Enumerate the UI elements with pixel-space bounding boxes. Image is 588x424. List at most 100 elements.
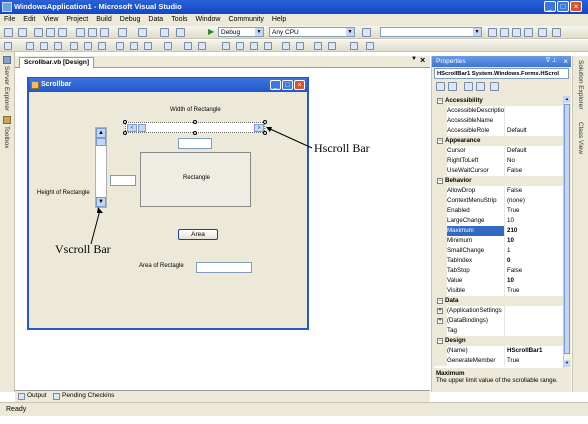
property-name: GenerateMember: [447, 356, 504, 366]
scroll-down-icon[interactable]: ▼: [564, 360, 570, 367]
property-category[interactable]: − Data: [434, 296, 568, 306]
description-title: Maximum: [436, 370, 465, 377]
property-category[interactable]: − Accessibility: [434, 96, 568, 106]
properties-header: Properties ᐁ ⊥ ×: [432, 56, 571, 67]
property-row-margin: [434, 236, 447, 246]
property-row-margin: [434, 346, 447, 356]
property-category[interactable]: − Design: [434, 336, 568, 346]
property-name: LargeChange: [447, 216, 504, 226]
property-value[interactable]: Default: [504, 126, 568, 136]
property-value[interactable]: 10: [504, 236, 568, 246]
property-row[interactable]: Enabled True: [434, 206, 568, 216]
property-value[interactable]: [504, 326, 568, 336]
object-selector[interactable]: HScrollBar1 System.Windows.Forms.HScrol: [434, 68, 569, 79]
property-value[interactable]: [504, 106, 568, 116]
property-value[interactable]: True: [504, 206, 568, 216]
solution-explorer-tab[interactable]: Solution Explorer: [577, 60, 584, 110]
property-row[interactable]: ContextMenuStrip (none): [434, 196, 568, 206]
property-value[interactable]: (none): [504, 196, 568, 206]
property-name: ContextMenuStrip: [447, 196, 504, 206]
property-row[interactable]: (Name) HScrollBar1: [434, 346, 568, 356]
property-name: (Name): [447, 346, 504, 356]
property-name: (ApplicationSettings: [447, 306, 504, 316]
property-row-margin: [434, 286, 447, 296]
property-value[interactable]: [504, 116, 568, 126]
property-row[interactable]: TabIndex 0: [434, 256, 568, 266]
property-pages-icon[interactable]: [490, 82, 499, 91]
property-row-margin: [434, 246, 447, 256]
property-row[interactable]: AccessibleName: [434, 116, 568, 126]
property-name: Maximum: [447, 226, 504, 236]
property-row[interactable]: LargeChange 10: [434, 216, 568, 226]
property-value[interactable]: 0: [504, 256, 568, 266]
hscroll-annotation: Hscroll Bar: [314, 141, 370, 155]
expand-icon[interactable]: +: [437, 308, 443, 314]
property-name: AccessibleRole: [447, 126, 504, 136]
collapse-icon[interactable]: −: [437, 338, 443, 344]
property-category[interactable]: − Appearance: [434, 136, 568, 146]
events-icon[interactable]: [476, 82, 485, 91]
property-value[interactable]: False: [504, 266, 568, 276]
categorized-icon[interactable]: [436, 82, 445, 91]
scroll-up-icon[interactable]: ▲: [564, 96, 570, 103]
category-name: Appearance: [445, 136, 568, 146]
property-name: AllowDrop: [447, 186, 504, 196]
property-value[interactable]: 1: [504, 246, 568, 256]
property-value[interactable]: HScrollBar1: [504, 346, 568, 356]
property-value[interactable]: [504, 306, 568, 316]
property-name: Visible: [447, 286, 504, 296]
alphabetical-icon[interactable]: [448, 82, 457, 91]
pin-icon[interactable]: ᐁ ⊥: [546, 56, 557, 67]
property-row[interactable]: Minimum 10: [434, 236, 568, 246]
property-row[interactable]: Tag: [434, 326, 568, 336]
property-value[interactable]: True: [504, 356, 568, 366]
property-row[interactable]: AllowDrop False: [434, 186, 568, 196]
property-row[interactable]: Maximum 210: [434, 226, 568, 236]
property-name: UseWaitCursor: [447, 166, 504, 176]
collapse-icon[interactable]: −: [437, 98, 443, 104]
collapse-icon[interactable]: −: [437, 138, 443, 144]
property-grid-scrollbar[interactable]: ▲ ▼: [563, 96, 570, 368]
property-value[interactable]: False: [504, 166, 568, 176]
property-row[interactable]: TabStop False: [434, 266, 568, 276]
property-value[interactable]: 10: [504, 216, 568, 226]
property-value[interactable]: True: [504, 286, 568, 296]
right-tool-strip: Solution Explorer Class View: [572, 56, 588, 392]
property-value[interactable]: False: [504, 186, 568, 196]
property-row[interactable]: AccessibleDescriptio: [434, 106, 568, 116]
property-name: RightToLeft: [447, 156, 504, 166]
property-grid-scroll-thumb[interactable]: [564, 104, 570, 354]
category-name: Data: [445, 296, 568, 306]
status-bar: Ready: [0, 402, 588, 416]
properties-view-icon[interactable]: [464, 82, 473, 91]
property-value[interactable]: Default: [504, 146, 568, 156]
property-value[interactable]: No: [504, 156, 568, 166]
property-row[interactable]: + (ApplicationSettings: [434, 306, 568, 316]
property-row[interactable]: RightToLeft No: [434, 156, 568, 166]
vscroll-annotation: Vscroll Bar: [55, 242, 111, 256]
property-row[interactable]: GenerateMember True: [434, 356, 568, 366]
output-tab[interactable]: Output: [27, 392, 47, 399]
close-properties-icon[interactable]: ×: [563, 56, 568, 67]
property-row[interactable]: + (DataBindings): [434, 316, 568, 326]
property-name: AccessibleName: [447, 116, 504, 126]
collapse-icon[interactable]: −: [437, 178, 443, 184]
property-row[interactable]: Cursor Default: [434, 146, 568, 156]
property-row[interactable]: Value 10: [434, 276, 568, 286]
property-name: TabStop: [447, 266, 504, 276]
property-value[interactable]: [504, 316, 568, 326]
property-row[interactable]: Visible True: [434, 286, 568, 296]
class-view-tab[interactable]: Class View: [577, 122, 584, 154]
property-row[interactable]: AccessibleRole Default: [434, 126, 568, 136]
pending-checkins-tab[interactable]: Pending Checkins: [62, 392, 114, 399]
collapse-icon[interactable]: −: [437, 298, 443, 304]
property-row[interactable]: SmallChange 1: [434, 246, 568, 256]
property-row[interactable]: UseWaitCursor False: [434, 166, 568, 176]
property-name: SmallChange: [447, 246, 504, 256]
property-value[interactable]: 210: [504, 226, 568, 236]
property-name: AccessibleDescriptio: [447, 106, 504, 116]
property-category[interactable]: − Behavior: [434, 176, 568, 186]
properties-toolbar: [434, 81, 569, 93]
property-value[interactable]: 10: [504, 276, 568, 286]
expand-icon[interactable]: +: [437, 318, 443, 324]
